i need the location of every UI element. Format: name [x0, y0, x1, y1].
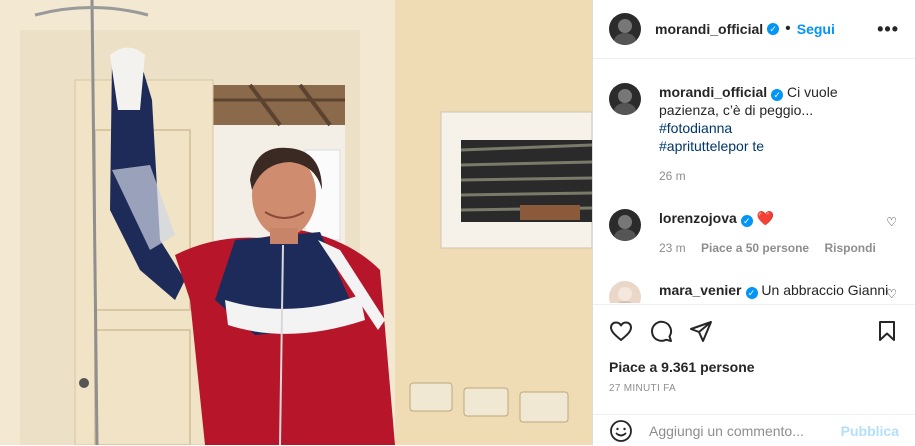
post-side-panel: morandi_official ✓ • Segui ••• morandi_o…	[592, 0, 915, 445]
follow-button[interactable]: Segui	[797, 21, 835, 37]
like-heart-icon[interactable]	[609, 319, 633, 343]
caption-avatar[interactable]	[609, 83, 641, 115]
likes-count[interactable]: Piace a 9.361 persone	[609, 359, 899, 375]
commenter-avatar[interactable]	[609, 209, 641, 241]
instagram-post-view: morandi_official ✓ • Segui ••• morandi_o…	[0, 0, 915, 445]
caption-time[interactable]: 26 m	[659, 169, 686, 183]
comment-row: lorenzojova ✓ ❤️ 23 m Piace a 50 persone …	[609, 209, 899, 257]
verified-badge-icon: ✓	[767, 23, 780, 35]
post-photo-illustration	[0, 0, 592, 445]
comment-row: mara_venier ✓ Un abbraccio Gianni ♡	[609, 281, 899, 303]
more-options-icon[interactable]: •••	[877, 19, 899, 40]
add-comment-bar: Pubblica	[593, 414, 915, 446]
bookmark-save-icon[interactable]	[875, 319, 899, 343]
comment-meta: 23 m Piace a 50 persone Rispondi	[659, 239, 899, 257]
reply-button[interactable]: Rispondi	[824, 241, 875, 255]
publish-button[interactable]: Pubblica	[841, 423, 899, 439]
post-header: morandi_official ✓ • Segui •••	[593, 0, 915, 59]
post-photo[interactable]	[0, 0, 592, 445]
post-timestamp[interactable]: 27 MINUTI FA	[609, 383, 899, 394]
hashtag-link[interactable]: #fotodianna	[659, 119, 899, 137]
caption-text: morandi_official ✓ Ci vuole pazienza, c’è…	[659, 83, 899, 185]
comment-body: ❤️	[756, 210, 775, 226]
caption-username[interactable]: morandi_official	[659, 84, 767, 100]
emoji-icon[interactable]	[609, 419, 633, 443]
action-icons	[609, 305, 899, 357]
author-avatar[interactable]	[609, 13, 641, 45]
comment-text: mara_venier ✓ Un abbraccio Gianni	[659, 281, 899, 303]
commenter-username[interactable]: lorenzojova	[659, 210, 737, 226]
like-comment-icon[interactable]: ♡	[886, 215, 897, 229]
separator-dot: •	[785, 20, 791, 37]
comment-input[interactable]	[647, 421, 841, 440]
caption-meta: 26 m	[659, 167, 899, 185]
comment-text: lorenzojova ✓ ❤️ 23 m Piace a 50 persone …	[659, 209, 899, 257]
commenter-username[interactable]: mara_venier	[659, 282, 742, 298]
verified-badge-icon: ✓	[740, 215, 753, 227]
comments-section[interactable]: morandi_official ✓ Ci vuole pazienza, c’è…	[593, 59, 915, 303]
comment-time[interactable]: 23 m	[659, 241, 686, 255]
caption-row: morandi_official ✓ Ci vuole pazienza, c’è…	[609, 83, 899, 185]
hashtag-link[interactable]: #aprituttelepor te	[659, 137, 899, 155]
like-comment-icon[interactable]: ♡	[886, 287, 897, 301]
post-actions: Piace a 9.361 persone 27 MINUTI FA	[593, 304, 915, 401]
share-send-icon[interactable]	[689, 319, 713, 343]
verified-badge-icon: ✓	[745, 287, 758, 299]
comment-body: Un abbraccio Gianni	[761, 282, 889, 298]
commenter-avatar[interactable]	[609, 281, 641, 303]
comment-bubble-icon[interactable]	[649, 319, 673, 343]
author-username[interactable]: morandi_official	[655, 21, 763, 37]
verified-badge-icon: ✓	[771, 89, 784, 101]
comment-likes[interactable]: Piace a 50 persone	[701, 241, 809, 255]
